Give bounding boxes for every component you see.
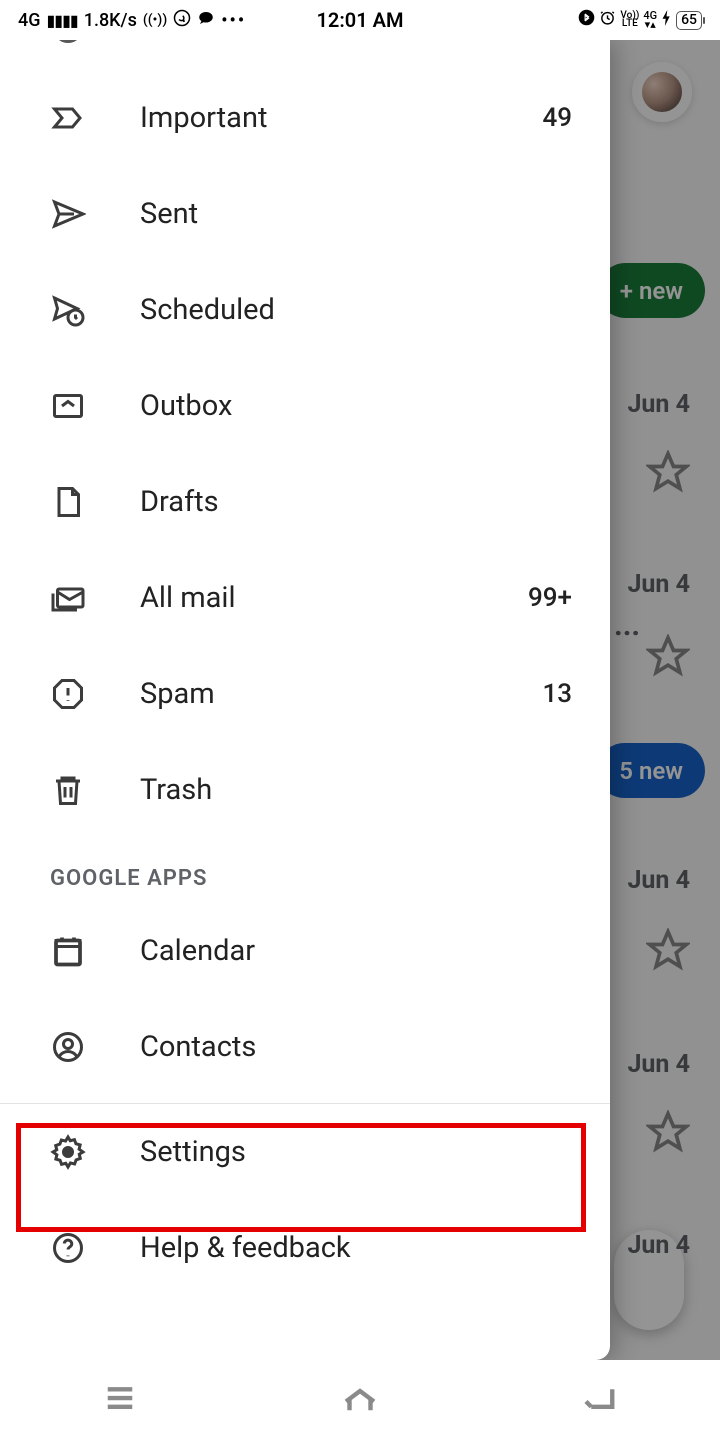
drawer-item-label: Scheduled: [140, 293, 572, 327]
drawer-item-label: Trash: [140, 773, 572, 807]
drawer-item-allmail[interactable]: All mail 99+: [0, 550, 610, 646]
drawer-item-label: All mail: [140, 581, 528, 615]
drawer-item-spam[interactable]: Spam 13: [0, 646, 610, 742]
status-left: 4G ▮▮▮▮ 1.8K/s ((•)) •••: [18, 9, 246, 32]
drawer-item-calendar[interactable]: Calendar: [0, 903, 610, 999]
drawer-item-settings[interactable]: Settings: [0, 1104, 610, 1200]
sent-icon: [50, 196, 140, 232]
allmail-icon: [50, 580, 140, 616]
drawer-item-contacts[interactable]: Contacts: [0, 999, 610, 1095]
drawer-item-label: Outbox: [140, 389, 572, 423]
outbox-icon: [50, 388, 140, 424]
drawer-item-outbox[interactable]: Outbox: [0, 358, 610, 454]
network-type: 4G: [18, 10, 41, 31]
whatsapp-icon: [173, 9, 191, 32]
trash-icon: [50, 772, 140, 808]
scheduled-icon: [50, 292, 140, 328]
status-right: Vo))LTE 4G▾▴ 65: [578, 9, 702, 31]
volte-icon: Vo))LTE: [620, 12, 639, 28]
drawer-item-label: Calendar: [140, 934, 572, 968]
charging-icon: [661, 10, 672, 31]
drawer-item-count: 99+: [528, 583, 572, 613]
system-nav-bar: [0, 1360, 720, 1440]
spam-icon: [50, 676, 140, 712]
drawer-item-label: Contacts: [140, 1030, 572, 1064]
drawer-item-label: Help & feedback: [140, 1231, 572, 1265]
drawer-item-count: 49: [542, 103, 572, 133]
bluetooth-icon: [578, 9, 595, 31]
snoozed-icon: [50, 40, 140, 46]
drawer-item-help[interactable]: Help & feedback: [0, 1200, 610, 1296]
drawer-item-trash[interactable]: Trash: [0, 742, 610, 838]
drawer-item-snoozed[interactable]: Snoozed: [0, 40, 610, 70]
drawer-item-label: Settings: [140, 1135, 572, 1169]
data-speed: 1.8K/s: [84, 10, 137, 31]
drawer-item-count: 13: [542, 679, 572, 709]
hotspot-icon: ((•)): [143, 12, 167, 28]
more-icon: •••: [221, 10, 246, 31]
drawer-item-label: Sent: [140, 197, 572, 231]
navigation-drawer: Snoozed Important 49 Sent Scheduled: [0, 40, 610, 1360]
important-icon: [50, 100, 140, 136]
alarm-icon: [599, 9, 616, 31]
battery-indicator: 65: [676, 11, 702, 30]
drawer-item-label: Spam: [140, 677, 542, 711]
nav-home-button[interactable]: [339, 1377, 381, 1423]
nav-back-button[interactable]: [579, 1377, 621, 1423]
drawer-item-scheduled[interactable]: Scheduled: [0, 262, 610, 358]
section-google-apps: GOOGLE APPS: [0, 838, 610, 903]
drafts-icon: [50, 484, 140, 520]
drawer-item-drafts[interactable]: Drafts: [0, 454, 610, 550]
calendar-icon: [50, 933, 140, 969]
drawer-item-sent[interactable]: Sent: [0, 166, 610, 262]
signal-icon: ▮▮▮▮: [47, 11, 78, 30]
drawer-item-label: Drafts: [140, 485, 572, 519]
nav-menu-button[interactable]: [99, 1377, 141, 1423]
chat-icon: [197, 9, 215, 32]
settings-icon: [50, 1134, 140, 1170]
status-bar: 4G ▮▮▮▮ 1.8K/s ((•)) ••• 12:01 AM Vo))LT…: [0, 0, 720, 40]
drawer-item-label: Snoozed: [140, 40, 572, 44]
contacts-icon: [50, 1029, 140, 1065]
clock: 12:01 AM: [317, 8, 404, 32]
help-icon: [50, 1230, 140, 1266]
drawer-item-label: Important: [140, 101, 542, 135]
drawer-item-important[interactable]: Important 49: [0, 70, 610, 166]
net4g-icon: 4G▾▴: [643, 11, 657, 29]
